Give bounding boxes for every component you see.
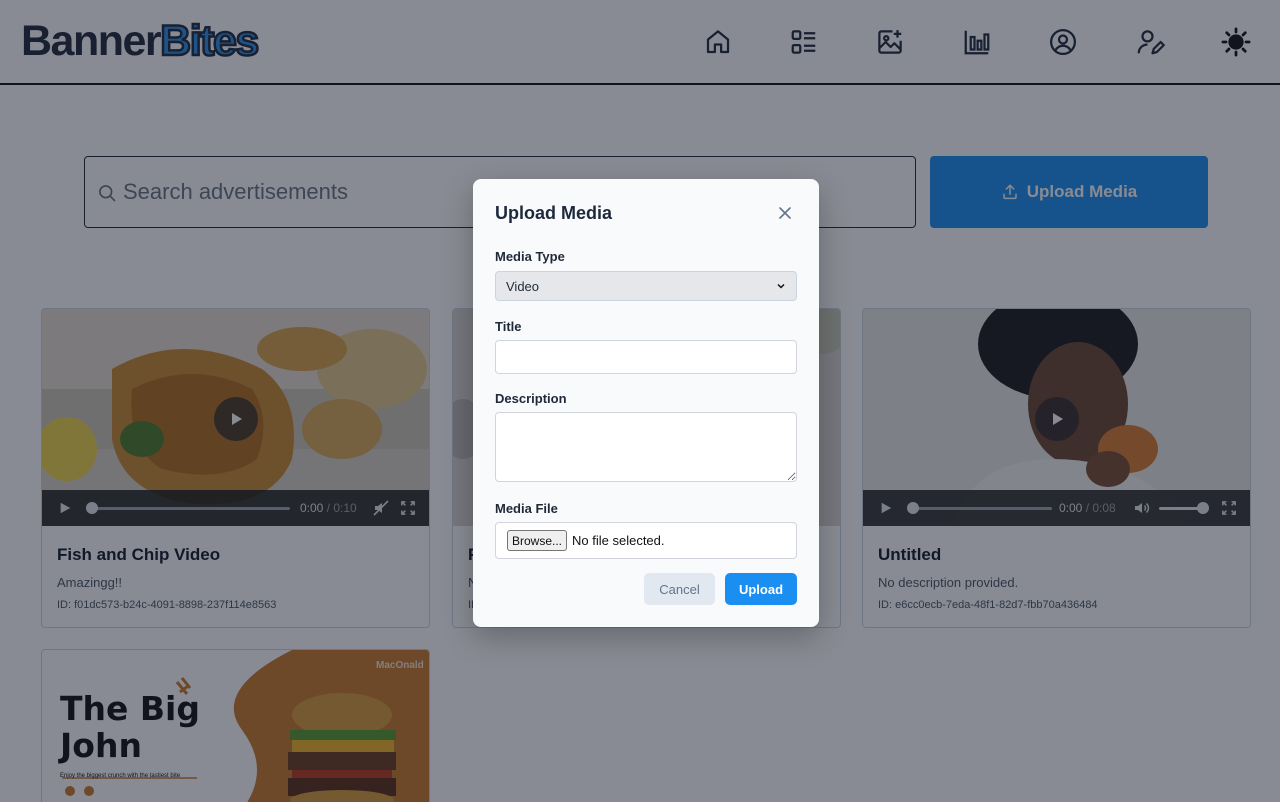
upload-media-modal: Upload Media Media Type Video Title Desc…	[473, 179, 819, 627]
upload-button[interactable]: Upload	[725, 573, 797, 605]
browse-button[interactable]: Browse...	[507, 530, 568, 551]
title-label: Title	[495, 319, 522, 334]
modal-title: Upload Media	[495, 203, 613, 223]
media-type-label: Media Type	[495, 249, 565, 264]
description-label: Description	[495, 391, 567, 406]
file-status: No file selected.	[572, 533, 665, 548]
media-type-select[interactable]: Video	[495, 271, 797, 301]
media-file-label: Media File	[495, 501, 558, 516]
media-file-input: Browse... No file selected.	[495, 522, 797, 559]
close-icon[interactable]	[775, 203, 795, 223]
chevron-down-icon	[777, 283, 785, 289]
cancel-button[interactable]: Cancel	[644, 573, 715, 605]
description-textarea[interactable]	[495, 412, 797, 482]
title-input[interactable]	[495, 340, 797, 374]
media-type-value: Video	[506, 278, 540, 294]
